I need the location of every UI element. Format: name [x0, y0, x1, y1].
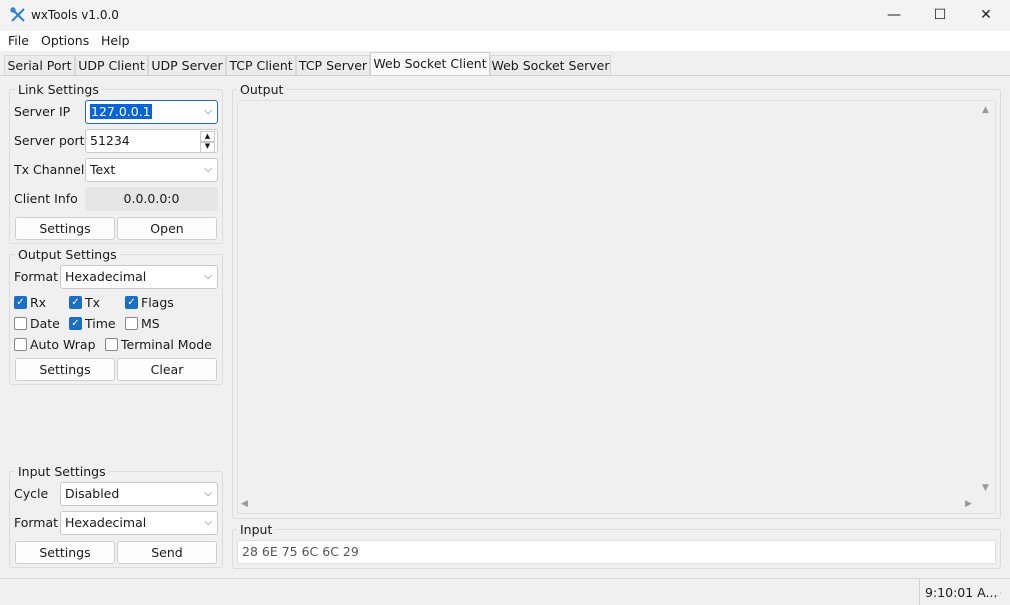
tab-web-socket-server[interactable]: Web Socket Server	[490, 55, 611, 75]
output-format-label: Format	[14, 269, 59, 284]
output-title: Output	[237, 82, 287, 97]
input-format-value: Hexadecimal	[65, 515, 147, 530]
tab-tcp-client[interactable]: TCP Client	[226, 55, 296, 75]
scroll-down-icon[interactable]: ▼	[982, 483, 989, 493]
auto-wrap-label: Auto Wrap	[30, 337, 96, 352]
tab-serial-port[interactable]: Serial Port	[4, 55, 75, 75]
open-button[interactable]: Open	[117, 217, 217, 240]
tab-udp-client[interactable]: UDP Client	[75, 55, 148, 75]
output-settings-button[interactable]: Settings	[15, 358, 115, 381]
tx-channel-label: Tx Channel	[14, 162, 85, 177]
output-vertical-scrollbar[interactable]: ▲ ▼	[978, 101, 995, 496]
minimize-button[interactable]: —	[871, 0, 917, 31]
window-title: wxTools v1.0.0	[31, 8, 119, 22]
title-bar[interactable]: wxTools v1.0.0 — ☐ ✕	[0, 0, 1010, 31]
server-ip-value: 127.0.0.1	[90, 104, 152, 119]
maximize-icon: ☐	[933, 7, 947, 23]
checkbox-unchecked-icon	[14, 317, 27, 330]
close-icon: ✕	[980, 7, 992, 23]
status-time: 9:10:01 A...	[925, 585, 998, 600]
tab-udp-server[interactable]: UDP Server	[148, 55, 226, 75]
input-format-label: Format	[14, 515, 59, 530]
output-format-value: Hexadecimal	[65, 269, 147, 284]
link-settings-title: Link Settings	[15, 82, 102, 97]
tx-channel-value: Text	[90, 162, 116, 177]
link-settings-button[interactable]: Settings	[15, 217, 115, 240]
server-port-spinbox[interactable]: 51234 ▲ ▼	[85, 129, 218, 153]
checkbox-checked-icon: ✓	[69, 296, 82, 309]
cycle-value: Disabled	[65, 486, 120, 501]
tab-tcp-server[interactable]: TCP Server	[296, 55, 370, 75]
output-format-combo[interactable]: Hexadecimal ⌵	[60, 265, 218, 289]
maximize-button[interactable]: ☐	[917, 0, 963, 31]
scroll-left-icon[interactable]: ◀	[241, 499, 248, 509]
minimize-icon: —	[887, 7, 901, 23]
close-button[interactable]: ✕	[963, 0, 1009, 31]
chevron-down-icon: ⌵	[204, 488, 212, 499]
input-format-combo[interactable]: Hexadecimal ⌵	[60, 511, 218, 535]
tab-web-socket-client[interactable]: Web Socket Client	[370, 52, 490, 76]
input-text-field[interactable]: 28 6E 75 6C 6C 29	[237, 540, 996, 564]
status-bar: 9:10:01 A... ⋰	[0, 578, 1010, 605]
server-ip-combo[interactable]: 127.0.0.1 ⌵	[85, 100, 218, 124]
terminal-mode-label: Terminal Mode	[121, 337, 212, 352]
output-text-area[interactable]	[237, 100, 996, 514]
rx-label: Rx	[30, 295, 47, 310]
checkbox-checked-icon: ✓	[14, 296, 27, 309]
menu-bar: File Options Help	[0, 31, 1010, 51]
client-info-label: Client Info	[14, 191, 78, 206]
tx-channel-combo[interactable]: Text ⌵	[85, 158, 218, 182]
checkbox-unchecked-icon	[105, 338, 118, 351]
server-port-label: Server port	[14, 133, 85, 148]
flags-label: Flags	[141, 295, 174, 310]
status-divider	[919, 579, 920, 605]
checkbox-checked-icon: ✓	[69, 317, 82, 330]
menu-help[interactable]: Help	[101, 33, 130, 48]
send-button[interactable]: Send	[117, 541, 217, 564]
server-port-value: 51234	[90, 133, 130, 148]
input-settings-title: Input Settings	[15, 464, 109, 479]
output-horizontal-scrollbar[interactable]: ◀ ▶	[238, 497, 978, 513]
checkbox-unchecked-icon	[125, 317, 138, 330]
tab-divider	[0, 75, 1010, 76]
chevron-down-icon: ⌵	[204, 106, 212, 117]
checkbox-unchecked-icon	[14, 338, 27, 351]
input-title: Input	[237, 522, 276, 537]
cycle-label: Cycle	[14, 486, 49, 501]
spin-down-icon[interactable]: ▼	[200, 141, 215, 153]
server-ip-label: Server IP	[14, 104, 71, 119]
clear-button[interactable]: Clear	[117, 358, 217, 381]
chevron-down-icon: ⌵	[204, 164, 212, 175]
tx-label: Tx	[85, 295, 101, 310]
date-label: Date	[30, 316, 60, 331]
ms-label: MS	[141, 316, 160, 331]
client-info-value: 0.0.0.0:0	[85, 187, 218, 211]
app-tools-icon	[10, 7, 26, 23]
resize-grip-icon[interactable]: ⋰	[994, 591, 1002, 600]
menu-file[interactable]: File	[8, 33, 29, 48]
chevron-down-icon: ⌵	[204, 271, 212, 282]
menu-options[interactable]: Options	[41, 33, 89, 48]
output-settings-title: Output Settings	[15, 247, 120, 262]
chevron-down-icon: ⌵	[204, 517, 212, 528]
time-label: Time	[85, 316, 116, 331]
cycle-combo[interactable]: Disabled ⌵	[60, 482, 218, 506]
checkbox-checked-icon: ✓	[125, 296, 138, 309]
scroll-up-icon[interactable]: ▲	[982, 105, 989, 115]
input-settings-button[interactable]: Settings	[15, 541, 115, 564]
scroll-right-icon[interactable]: ▶	[965, 499, 972, 509]
